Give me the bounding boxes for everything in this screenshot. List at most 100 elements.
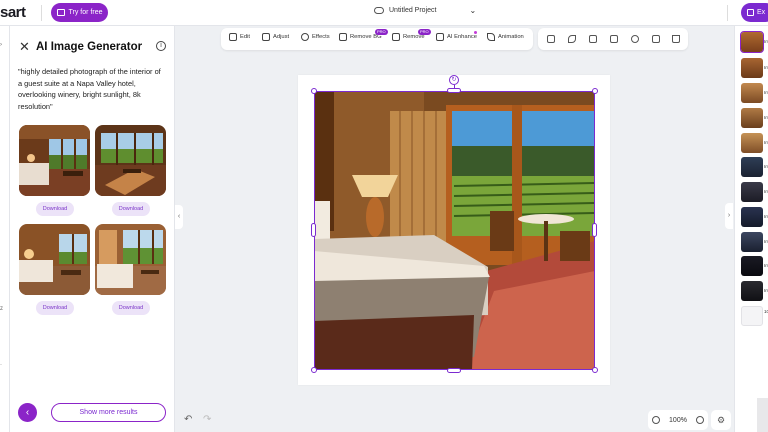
fill-icon[interactable] (568, 35, 576, 43)
tool-edit[interactable]: Edit (229, 33, 250, 41)
resize-handle-bottom-left[interactable] (311, 367, 317, 373)
resize-handle-bottom-right[interactable] (592, 367, 598, 373)
result-thumbnail[interactable] (95, 125, 166, 196)
layer-label: Im (764, 164, 768, 169)
layer-label: Im (764, 263, 768, 268)
top-bar: sart Try for free Untitled Project ⌄ Ex (0, 0, 768, 26)
layer-thumbnail[interactable] (741, 83, 763, 103)
try-for-free-label: Try for free (68, 9, 103, 16)
tool-ai-enhance-label: AI Enhance (447, 34, 477, 40)
download-button[interactable]: Download (36, 202, 74, 216)
settings-gear-icon[interactable]: ⚙ (711, 410, 731, 430)
export-button[interactable]: Ex (741, 3, 768, 22)
app-logo[interactable]: sart (0, 4, 26, 21)
duplicate-icon[interactable] (652, 35, 660, 43)
result-thumbnail[interactable] (95, 224, 166, 295)
replace-icon[interactable] (610, 35, 618, 43)
new-indicator-dot (474, 31, 477, 34)
undo-icon[interactable]: ↶ (184, 414, 192, 425)
layer-thumbnail[interactable] (741, 133, 763, 153)
layer-thumbnail[interactable] (741, 281, 763, 301)
object-toolbar (538, 28, 688, 50)
zoom-control: 100% (648, 410, 708, 430)
rail-item-indicator[interactable]: z (0, 306, 3, 312)
crop-icon[interactable] (589, 35, 597, 43)
remove-bg-icon (339, 33, 347, 41)
tool-adjust[interactable]: Adjust (262, 33, 289, 41)
result-thumbnail[interactable] (19, 224, 90, 295)
selection-frame (314, 91, 595, 370)
enhance-icon (436, 33, 444, 41)
layer-thumbnail[interactable] (740, 31, 764, 53)
tool-ai-enhance[interactable]: AI Enhance (436, 31, 477, 41)
rail-item-indicator[interactable]: › (0, 42, 2, 48)
divider (727, 5, 728, 21)
layer-label: Im (764, 214, 768, 219)
download-button[interactable]: Download (112, 301, 150, 315)
project-title-menu[interactable]: Untitled Project ⌄ (374, 6, 476, 15)
layer-label: Im (764, 239, 768, 244)
resize-handle-top-left[interactable] (311, 88, 317, 94)
tool-edit-label: Edit (240, 34, 250, 40)
layer-label: Im (764, 189, 768, 194)
result-card: Download (95, 125, 166, 216)
tool-remove[interactable]: Remove PRO (392, 29, 431, 41)
tool-effects[interactable]: Effects (301, 33, 330, 41)
cloud-icon (374, 7, 384, 14)
tool-animation-label: Animation (498, 34, 524, 40)
zoom-out-icon[interactable] (652, 416, 661, 424)
layer-label: 10 (764, 309, 768, 314)
layer-label: Im (764, 115, 768, 120)
redo-icon[interactable]: ↷ (203, 414, 211, 425)
result-thumbnail[interactable] (19, 125, 90, 196)
tool-remove-bg[interactable]: Remove BG PRO (339, 29, 388, 41)
layer-thumbnail[interactable] (741, 232, 763, 252)
trash-icon[interactable] (672, 35, 680, 43)
minimap-preview[interactable] (757, 398, 768, 432)
result-card: Download (95, 224, 166, 315)
layer-thumbnail[interactable] (741, 207, 763, 227)
rotate-icon[interactable]: ↻ (449, 75, 459, 85)
show-more-results-button[interactable]: Show more results (51, 403, 166, 422)
gift-icon (56, 9, 65, 16)
info-icon[interactable]: i (156, 41, 166, 51)
layer-thumbnail[interactable] (741, 58, 763, 78)
panel-title: AI Image Generator (36, 41, 143, 53)
project-title: Untitled Project (389, 7, 437, 14)
close-icon[interactable]: ✕ (19, 40, 30, 53)
download-button[interactable]: Download (112, 202, 150, 216)
zoom-level[interactable]: 100% (669, 417, 687, 424)
layer-thumbnail[interactable] (741, 256, 763, 276)
layer-label: Im (764, 90, 768, 95)
layer-thumbnail[interactable] (741, 157, 763, 177)
resize-handle-top-right[interactable] (592, 88, 598, 94)
resize-handle-left[interactable] (311, 223, 316, 237)
expand-layers-handle[interactable]: › (725, 203, 733, 229)
download-button[interactable]: Download (36, 301, 74, 315)
prompt-text: "highly detailed photograph of the inter… (18, 67, 161, 111)
layer-thumbnail[interactable] (741, 182, 763, 202)
layer-label: Im (764, 39, 768, 44)
tool-adjust-label: Adjust (273, 34, 290, 40)
back-button[interactable]: ‹ (18, 403, 37, 422)
zoom-in-icon[interactable] (695, 416, 704, 424)
visibility-icon[interactable] (631, 35, 639, 43)
align-icon[interactable] (547, 35, 555, 43)
tool-effects-label: Effects (312, 34, 330, 40)
edit-icon (229, 33, 237, 41)
result-card: Download (19, 125, 90, 216)
resize-handle-top[interactable] (447, 88, 461, 93)
eraser-icon (392, 33, 400, 41)
pro-badge: PRO (418, 29, 431, 35)
layer-thumbnail[interactable] (741, 108, 763, 128)
try-for-free-button[interactable]: Try for free (51, 3, 108, 22)
layer-label: Im (764, 140, 768, 145)
rail-item-indicator[interactable]: · (0, 362, 2, 368)
adjust-icon (262, 33, 270, 41)
collapse-panel-handle[interactable]: ‹ (175, 205, 183, 229)
tool-animation[interactable]: Animation (487, 33, 524, 41)
download-icon (747, 9, 754, 16)
resize-handle-bottom[interactable] (447, 368, 461, 373)
layer-thumbnail[interactable] (741, 306, 763, 326)
resize-handle-right[interactable] (592, 223, 597, 237)
